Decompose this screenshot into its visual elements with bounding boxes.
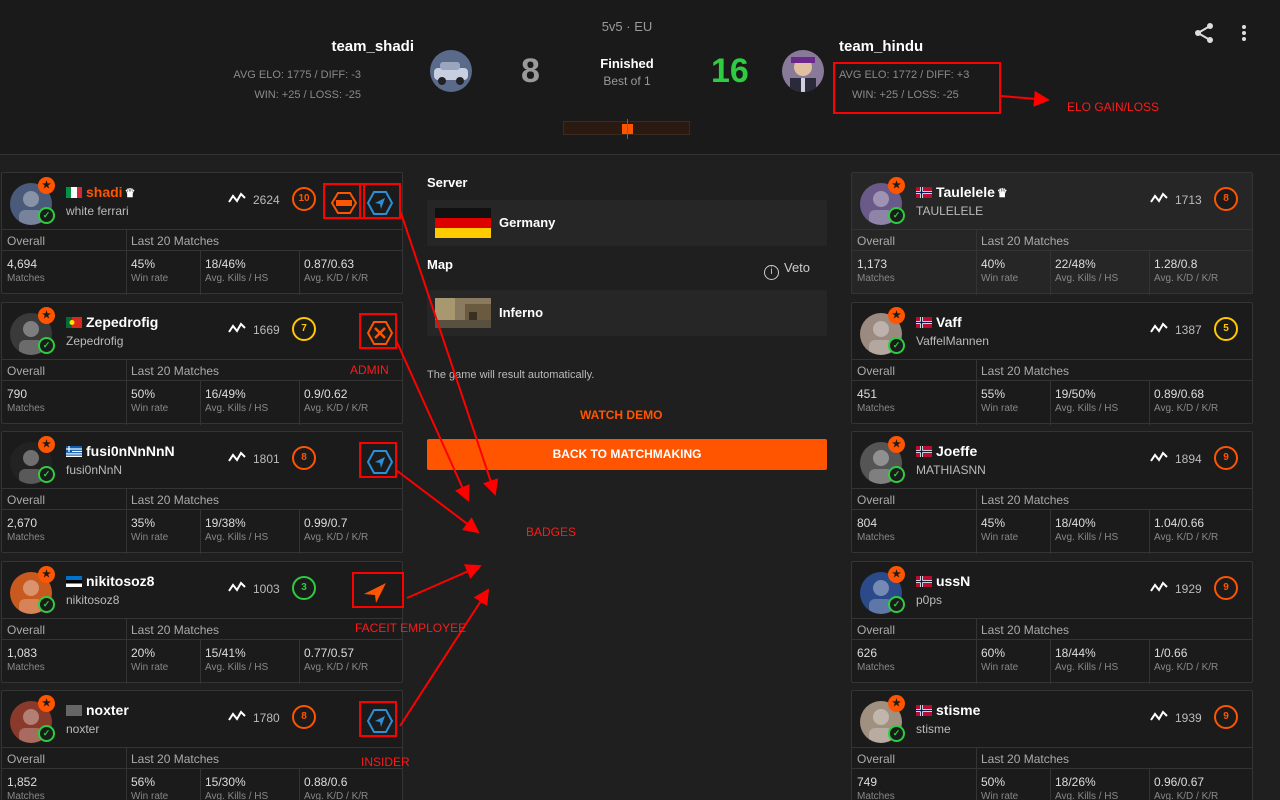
arrow-badge-4 <box>406 564 482 599</box>
arrow-badge-5 <box>399 588 490 727</box>
annotation-insider: INSIDER <box>361 755 410 769</box>
annotation-badges: BADGES <box>526 525 577 539</box>
annotation-admin: ADMIN <box>350 363 389 377</box>
arrow-badge-1 <box>399 209 499 496</box>
arrow-badge-2 <box>395 339 470 502</box>
arrow-badge-3 <box>395 469 480 534</box>
annotation-arrows <box>395 90 1050 727</box>
annotation-faceit-employee: FACEIT EMPLOYEE <box>355 621 467 635</box>
annotation-elo-gain: ELO GAIN/LOSS <box>1067 100 1160 114</box>
arrow-elo <box>1000 90 1050 107</box>
match-room: 5v5 · EU team_shadi AVG ELO: 1775 / DIFF… <box>0 0 1280 800</box>
